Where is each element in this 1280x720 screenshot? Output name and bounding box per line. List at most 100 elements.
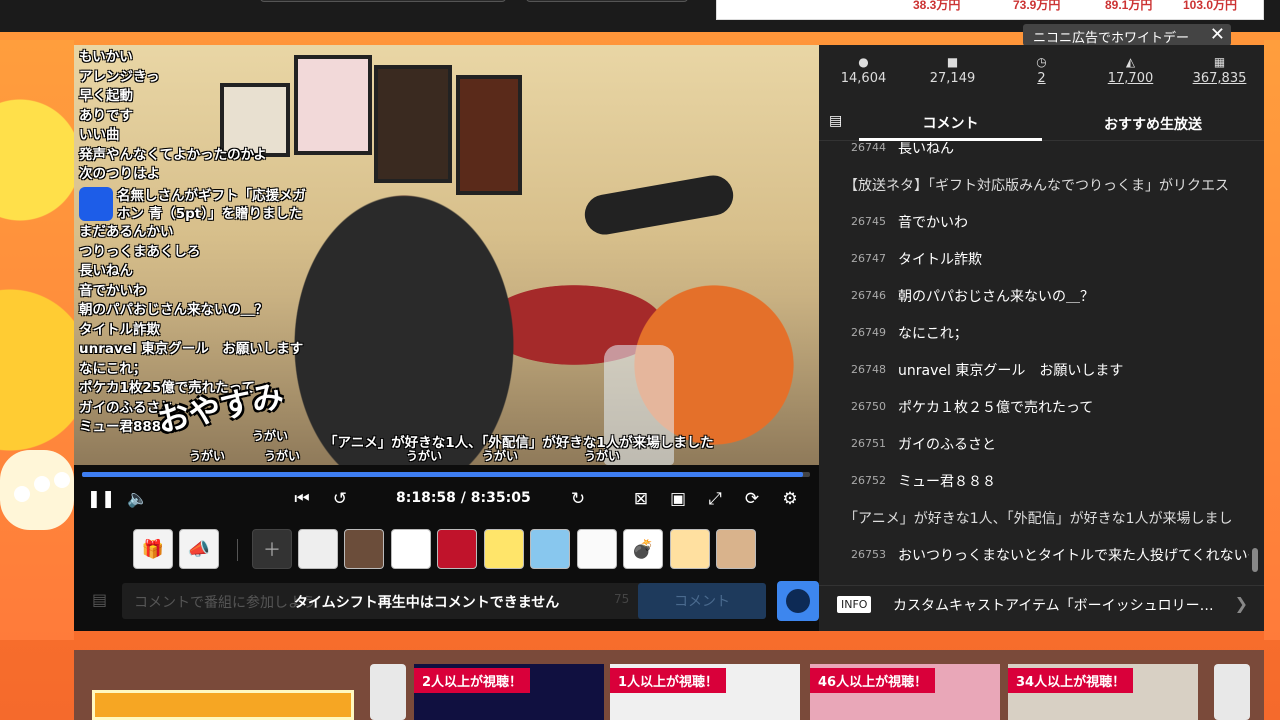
stat-gifts[interactable]: ▦ 367,835 [1175,45,1264,101]
stat-value: 14,604 [840,71,887,86]
recommendations: 2人以上が視聴！ 1人以上が視聴！ 46人以上が視聴！ 34人以上が視聴！ [74,650,1264,720]
side-panel: ● 14,604 ■ 27,149 ◷ 2 ◭ 17,700 ▦ 367,835… [819,45,1264,631]
item-icon[interactable] [530,529,570,569]
forward-10-icon[interactable]: ↻ [564,485,592,513]
overlay-comment: つりっくまあくしろ [79,243,201,260]
comment-row[interactable]: 26748 unravel 東京グール お願いします [819,351,1249,388]
item-icon[interactable] [484,529,524,569]
rewind-10-icon[interactable]: ↺ [326,485,354,513]
info-bar[interactable]: INFO カスタムキャストアイテム「ボーイッシュロリー… ❯ [819,585,1264,625]
add-icon[interactable]: ＋ [252,529,292,569]
user-icon: ● [858,55,869,69]
stat-timeshift[interactable]: ◷ 2 [997,45,1086,101]
comment-row[interactable]: 26751 ガイのふるさと [819,425,1249,462]
scroll-left-button[interactable] [370,664,406,720]
timeshift-notice: タイムシフト再生中はコメントできません [294,595,560,611]
comment-list[interactable]: 26744 長いねん 【放送ネタ】「ギフト対応版みんなでつりっくま」がリクエス 267… [819,142,1249,572]
info-text: カスタムキャストアイテム「ボーイッシュロリー… [893,598,1214,614]
overlay-visitor-banner: 「アニメ」が好きな1人、「外配信」が好きな1人が来場しました [324,435,714,451]
tab-recommended[interactable]: おすすめ生放送 [1042,107,1264,141]
scroll-right-button[interactable] [1214,664,1250,720]
comment-off-icon[interactable]: ⊠ [627,485,655,513]
video-frame[interactable]: もいかい アレンジきっ 早く起動 ありです いい曲 発声やんなくてよかったのかよ… [74,45,819,465]
overlay-comment: うがい [482,449,519,463]
item-icon[interactable] [716,529,756,569]
overlay-comment: 次のつりはよ [79,166,160,182]
recommended-thumbnail[interactable] [92,690,354,720]
comment-text: ミュー君８８８ [898,473,996,490]
theater-icon[interactable]: ▣ [664,485,692,513]
item-icon[interactable] [577,529,617,569]
ad-price-2: 73.9万円 [1013,0,1061,12]
recommended-card[interactable]: 2人以上が視聴！ [414,664,604,720]
bomb-icon[interactable]: 💣 [623,529,663,569]
comment-settings-icon[interactable]: ▤ [829,113,849,133]
comment-row[interactable]: 26749 なにこれ； [819,314,1249,351]
recommended-card[interactable]: 46人以上が視聴！ [810,664,1000,720]
megaphone-icon: ◭ [1125,55,1136,69]
tab-comments[interactable]: コメント [859,107,1042,141]
comment-number: 26744 [851,142,886,154]
item-icon[interactable] [298,529,338,569]
overlay-comments: もいかい アレンジきっ 早く起動 ありです いい曲 発声やんなくてよかったのかよ… [79,48,339,185]
recommended-card[interactable]: 34人以上が視聴！ [1008,664,1198,720]
scrollbar[interactable] [1252,142,1258,572]
megaphone-icon[interactable]: 📣 [179,529,219,569]
comment-row[interactable]: 26745 音でかいわ [819,203,1249,240]
header-search[interactable] [260,0,506,2]
ad-banner[interactable]: 38.3万円 73.9万円 89.1万円 103.0万円 [716,0,1264,20]
skip-back-icon[interactable]: ⏮ [288,485,316,513]
system-comment-row[interactable]: 「アニメ」が好きな1人、「外配信」が好きな1人が来場しまし [819,499,1249,536]
char-count: 75 [614,592,630,606]
overlay-comment: 長いねん [79,263,133,279]
comment-number: 26747 [851,252,886,265]
stat-value[interactable]: 2 [997,71,1086,86]
system-comment-row[interactable]: 【放送ネタ】「ギフト対応版みんなでつりっくま」がリクエス [819,166,1249,203]
comment-text: 「アニメ」が好きな1人、「外配信」が好きな1人が来場しまし [844,510,1233,527]
comment-row[interactable]: 26752 ミュー君８８８ [819,462,1249,499]
decoration-dot [34,476,50,492]
scrollbar-thumb[interactable] [1252,548,1258,572]
chevron-right-icon[interactable]: ❯ [1235,594,1248,613]
ad-tag-label: ニコニ広告でホワイトデー [1033,31,1190,46]
header-button[interactable] [526,0,688,2]
info-badge: INFO [837,596,872,613]
stat-value: 27,149 [929,71,976,86]
comment-row[interactable]: 26744 長いねん [819,142,1249,166]
stat-value[interactable]: 17,700 [1086,71,1175,86]
overlay-comment: まだあるんかい [79,224,174,240]
stat-ads[interactable]: ◭ 17,700 [1086,45,1175,101]
volume-icon[interactable]: 🔈 [124,485,152,513]
comment-row[interactable]: 26747 タイトル詐欺 [819,240,1249,277]
item-icon[interactable] [344,529,384,569]
recommended-card[interactable]: 1人以上が視聴！ [610,664,800,720]
comment-bar: ▤ コメントで番組に参加しよう タイムシフト再生中はコメントできません 75 コ… [84,581,819,621]
fullscreen-icon[interactable]: ⤢ [701,485,729,513]
gear-icon[interactable]: ⚙ [776,485,804,513]
item-icon[interactable] [437,529,477,569]
ad-tag[interactable]: ニコニ広告でホワイトデー ✕ [1023,24,1231,46]
comment-row[interactable]: 26746 朝のパパおじさん来ないの＿？ [819,277,1249,314]
comment-submit-button[interactable]: コメント [638,583,766,619]
comment-row[interactable]: 26750 ポケカ１枚２５億で売れたって [819,388,1249,425]
comment-row[interactable]: 26753 おいつりっくまないとタイトルで来た人投げてくれないぞ [819,536,1249,572]
overlay-comment: タイトル詐欺 [79,321,160,338]
gift-icon: ▦ [1213,55,1226,69]
comment-number: 26746 [851,289,886,302]
close-icon[interactable]: ✕ [1210,24,1225,45]
item-icon[interactable] [670,529,710,569]
item-icon[interactable] [391,529,431,569]
reload-icon[interactable]: ⟳ [738,485,766,513]
wall-poster [456,75,522,195]
gift-icon[interactable]: 🎁 [133,529,173,569]
video-player: もいかい アレンジきっ 早く起動 ありです いい曲 発声やんなくてよかったのかよ… [74,45,819,631]
overlay-comment: 音でかいわ [79,282,147,299]
gift-notification: 名無しさんがギフト「応援メガホン 青（5pt）」を贈りました [79,187,309,223]
stat-value[interactable]: 367,835 [1175,71,1264,86]
pause-icon[interactable]: ❚❚ [87,485,116,513]
overlay-comment: アレンジきっ [79,68,160,85]
emote-button[interactable] [777,581,819,621]
overlay-comment: ありです [79,107,133,124]
seek-bar[interactable] [82,472,810,477]
comment-settings-icon[interactable]: ▤ [92,590,114,612]
